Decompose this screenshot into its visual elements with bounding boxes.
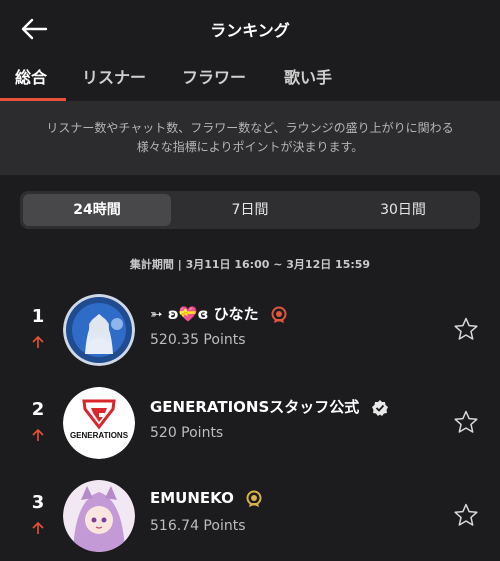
user-name: EMUNEKO <box>150 489 263 508</box>
user-name: GENERATIONSスタッフ公式 <box>150 396 389 417</box>
points: 516.74 Points <box>150 518 246 534</box>
aggregation-period: 集計期間 | 3月11日 16:00 ~ 3月12日 15:59 <box>129 258 371 271</box>
tab-overall[interactable]: 総合 <box>15 64 47 88</box>
period-tab-7d[interactable]: 7日間 <box>176 194 324 226</box>
tab-listener[interactable]: リスナー <box>82 64 146 88</box>
period-selector: 24時間 7日間 30日間 <box>20 191 480 229</box>
rank-number: 3 <box>31 492 45 513</box>
category-tabs: 総合 リスナー フラワー 歌い手 <box>0 56 500 101</box>
user-name-text: GENERATIONSスタッフ公式 <box>150 398 360 416</box>
description-line-1: リスナー数やチャット数、フラワー数など、ラウンジの盛り上がりに関わる <box>46 121 454 135</box>
tab-flower[interactable]: フラワー <box>182 64 246 88</box>
avatar[interactable] <box>63 480 135 552</box>
period-tab-24h[interactable]: 24時間 <box>23 194 171 226</box>
header: ランキング <box>0 0 500 56</box>
ranking-row[interactable]: 3 EMUNEKO 516.74 Points <box>0 476 500 556</box>
rank-number: 2 <box>31 399 45 420</box>
points: 520 Points <box>150 425 224 441</box>
avatar[interactable]: GENERATIONS <box>63 387 135 459</box>
rank-number: 1 <box>31 306 45 327</box>
star-favorite-icon[interactable] <box>453 316 479 342</box>
red-medal-icon <box>270 306 288 324</box>
period-tab-30d[interactable]: 30日間 <box>329 194 477 226</box>
avatar-logo-text: GENERATIONS <box>70 431 129 440</box>
ranking-row[interactable]: 2 GENERATIONS GENERATIONSスタッフ公式 520 Poin… <box>0 383 500 463</box>
user-name-text: EMUNEKO <box>150 489 234 507</box>
trend-up-icon <box>30 427 46 441</box>
tab-singer[interactable]: 歌い手 <box>284 64 332 88</box>
page-title: ランキング <box>210 21 290 40</box>
ranking-description: リスナー数やチャット数、フラワー数など、ラウンジの盛り上がりに関わる 様々な指標… <box>0 101 500 175</box>
user-name-text: ➳ ʚ💝ɞ ひなた <box>150 305 259 323</box>
gold-medal-icon <box>245 490 263 508</box>
star-favorite-icon[interactable] <box>453 409 479 435</box>
points: 520.35 Points <box>150 332 246 348</box>
avatar[interactable] <box>63 294 135 366</box>
verified-check-icon <box>371 399 389 417</box>
user-name: ➳ ʚ💝ɞ ひなた <box>150 303 288 324</box>
ranking-row[interactable]: 1 ➳ ʚ💝ɞ ひなた 520.35 Points <box>0 290 500 370</box>
star-favorite-icon[interactable] <box>453 502 479 528</box>
trend-up-icon <box>30 334 46 348</box>
description-line-2: 様々な指標によりポイントが決まります。 <box>136 140 364 154</box>
trend-up-icon <box>30 520 46 534</box>
